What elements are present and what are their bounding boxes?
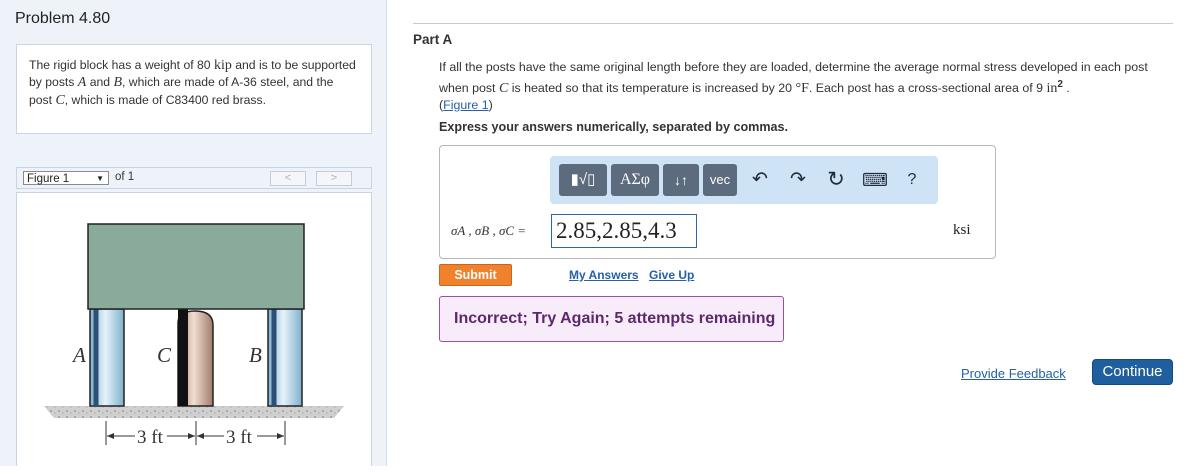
- reset-icon[interactable]: ↻: [824, 168, 848, 192]
- submit-button[interactable]: Submit: [439, 264, 512, 286]
- instruction-text: Express your answers numerically, separa…: [439, 120, 789, 134]
- keyboard-icon[interactable]: ⌨: [862, 168, 888, 192]
- undo-icon[interactable]: ↶: [748, 168, 772, 192]
- prev-figure-button[interactable]: <: [270, 171, 306, 186]
- ground: [44, 406, 344, 418]
- post-c-gap: [178, 309, 188, 406]
- question-area-unit: in: [1046, 81, 1058, 97]
- problem-panel: Problem 4.80 The rigid block has a weigh…: [0, 0, 387, 466]
- figure-select-value: Figure 1: [27, 173, 70, 185]
- statement-text: The rigid block has a weight of 80: [29, 58, 214, 72]
- dim-right-label: 3 ft: [226, 427, 253, 448]
- label-a: A: [71, 343, 86, 367]
- symbols-button[interactable]: ΑΣφ: [611, 164, 659, 196]
- provide-feedback-link[interactable]: Provide Feedback: [961, 366, 1066, 381]
- question-segment: is heated so that its temperature is inc…: [508, 81, 796, 96]
- figure-navigation-bar: Figure 1 ▼ of 1 < >: [16, 167, 372, 189]
- figure-link[interactable]: Figure 1: [443, 98, 488, 112]
- statement-text: and: [86, 75, 114, 90]
- vector-button[interactable]: vec: [703, 164, 737, 196]
- question-var-c: C: [498, 81, 509, 97]
- part-panel: Part A If all the posts have the same or…: [387, 0, 1193, 466]
- problem-statement: The rigid block has a weight of 80 kip a…: [16, 44, 372, 134]
- dim-left-label: 3 ft: [137, 427, 164, 448]
- statement-text: , which is made of C83400 red brass.: [64, 92, 266, 107]
- divider: [413, 23, 1173, 24]
- question-segment: .: [1062, 81, 1070, 96]
- dropdown-arrow-icon: ▼: [96, 174, 104, 183]
- answer-box: ▮√▯ ΑΣφ ↓↑ vec ↶ ↷ ↻ ⌨ ? σA , σB , σC = …: [439, 145, 996, 259]
- part-label: Part A: [413, 32, 453, 47]
- answer-input[interactable]: 2.85,2.85,4.3: [551, 214, 697, 248]
- redo-icon[interactable]: ↷: [786, 168, 810, 192]
- templates-button[interactable]: ▮√▯: [559, 164, 607, 196]
- question-text: If all the posts have the same original …: [439, 60, 1148, 113]
- variable-label: σA , σB , σC =: [451, 223, 527, 238]
- unit-label: ksi: [953, 222, 971, 238]
- label-c: C: [157, 343, 172, 367]
- label-b: B: [249, 343, 262, 367]
- give-up-link[interactable]: Give Up: [649, 268, 694, 282]
- rigid-block: [87, 223, 305, 310]
- math-toolbar: ▮√▯ ΑΣφ ↓↑ vec ↶ ↷ ↻ ⌨ ?: [550, 156, 938, 204]
- continue-button[interactable]: Continue: [1092, 359, 1173, 385]
- figure-panel: A C B 3 ft 3 ft: [16, 192, 372, 466]
- dim-arrow: [107, 433, 114, 439]
- feedback-message: Incorrect; Try Again; 5 attempts remaini…: [439, 296, 784, 342]
- next-figure-button[interactable]: >: [316, 171, 352, 186]
- question-temp-unit: °F: [795, 81, 809, 97]
- statement-unit: kip: [213, 58, 232, 73]
- dim-arrow: [197, 433, 204, 439]
- question-segment: . Each post has a cross-sectional area o…: [808, 81, 1047, 96]
- dim-arrow: [277, 433, 284, 439]
- statement-var-b: B: [113, 75, 123, 91]
- problem-title: Problem 4.80: [15, 10, 111, 27]
- figure-select[interactable]: Figure 1 ▼: [23, 171, 109, 185]
- posts-diagram: A C B 3 ft 3 ft: [44, 223, 344, 448]
- arrows-button[interactable]: ↓↑: [663, 164, 699, 196]
- figure-count: of 1: [115, 171, 135, 183]
- my-answers-link[interactable]: My Answers: [569, 268, 639, 282]
- dim-arrow: [188, 433, 195, 439]
- help-icon[interactable]: ?: [900, 168, 924, 192]
- statement-var-c: C: [55, 92, 65, 108]
